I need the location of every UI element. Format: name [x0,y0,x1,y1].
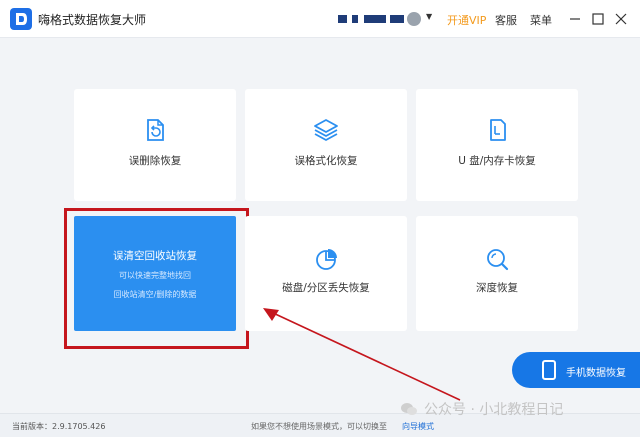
minimize-icon[interactable] [566,10,584,28]
sd-card-icon [484,117,510,143]
highlight-annotation-box [64,208,249,349]
tile-label: 深度恢复 [476,282,518,294]
tile-label: 误删除恢复 [128,155,182,167]
tile-label: 误格式化恢复 [294,155,358,167]
watermark: 公众号 · 小北教程日记 [400,398,563,420]
mode-hint: 如果您不想使用场景模式，可以切换至 [251,422,387,431]
support-button[interactable]: 客服 [495,12,517,28]
wechat-icon [401,403,417,415]
app-logo [10,8,32,30]
app-title: 嗨格式数据恢复大师 [38,13,147,27]
layers-icon [313,117,339,143]
tile-format-recovery[interactable]: 误格式化恢复 [245,89,407,201]
title-bar: 嗨格式数据恢复大师 ▼ 开通VIP 客服 菜单 [0,0,640,38]
tile-label: U 盘/内存卡恢复 [458,155,536,167]
pie-chart-icon [313,246,339,272]
phone-icon [542,360,556,380]
guide-mode-link[interactable]: 向导模式 [402,421,434,432]
menu-button[interactable]: 菜单 [530,12,552,28]
annotation-arrow [263,308,461,401]
close-icon[interactable] [612,10,630,28]
tile-usb-card-recovery[interactable]: U 盘/内存卡恢复 [416,89,578,201]
search-icon [484,246,510,272]
chevron-down-icon[interactable]: ▼ [426,12,432,21]
avatar[interactable] [407,12,421,26]
phone-recovery-label: 手机数据恢复 [566,368,626,379]
user-account-name[interactable] [338,13,408,25]
tile-label: 磁盘/分区丢失恢复 [282,282,370,294]
file-restore-icon [142,117,168,143]
version-label: 当前版本：2.9.1705.426 [12,422,106,431]
watermark-text: 公众号 · 小北教程日记 [424,402,564,418]
phone-recovery-button[interactable]: 手机数据恢复 [512,352,640,388]
vip-button[interactable]: 开通VIP [447,12,486,28]
tile-deleted-recovery[interactable]: 误删除恢复 [74,89,236,201]
maximize-icon[interactable] [589,10,607,28]
